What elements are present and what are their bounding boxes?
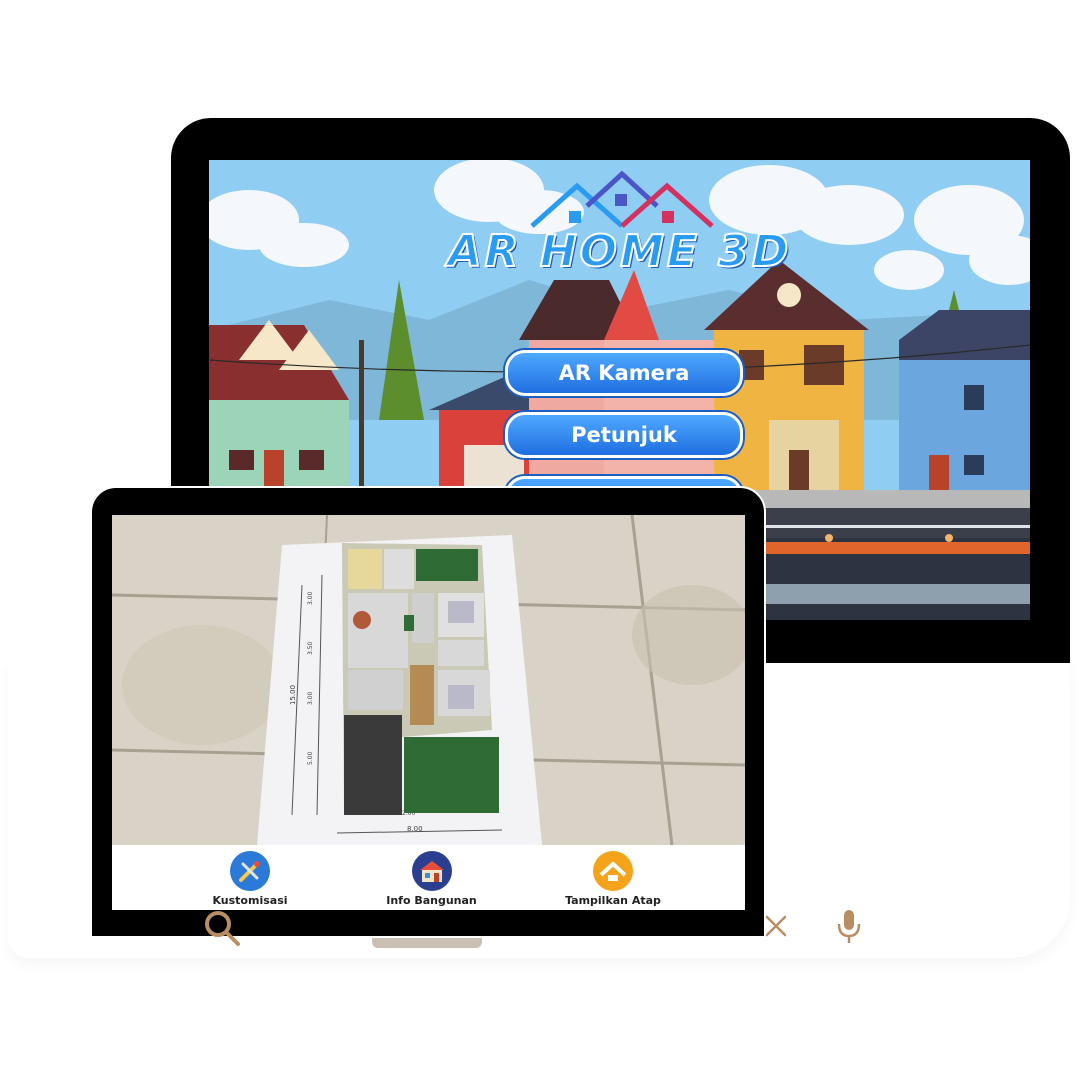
tampilkan-atap-label: Tampilkan Atap <box>565 894 661 907</box>
tools-icon <box>230 851 270 891</box>
clear-icon[interactable] <box>764 914 788 938</box>
mic-icon[interactable] <box>836 908 862 946</box>
ar-bottom-toolbar: Kustomisasi Info Bangunan Tampilkan Atap <box>112 845 745 910</box>
house-3d-model <box>342 543 499 815</box>
ar-camera-view[interactable]: 15.00 3.00 3.50 3.00 5.00 8.00 2.00 3.00 <box>112 515 745 845</box>
petunjuk-button[interactable]: Petunjuk <box>505 412 743 458</box>
svg-text:3.50: 3.50 <box>307 641 314 655</box>
svg-text:3.00: 3.00 <box>307 591 314 605</box>
tablet-screen: 15.00 3.00 3.50 3.00 5.00 8.00 2.00 3.00 <box>112 515 745 910</box>
tampilkan-atap-button[interactable]: Tampilkan Atap <box>563 845 663 910</box>
roof-icon <box>593 851 633 891</box>
svg-text:3.00: 3.00 <box>307 691 314 705</box>
kustomisasi-label: Kustomisasi <box>212 894 288 907</box>
svg-text:5.00: 5.00 <box>307 751 314 765</box>
info-bangunan-button[interactable]: Info Bangunan <box>382 845 482 910</box>
info-bangunan-label: Info Bangunan <box>386 894 477 907</box>
tablet-device: 15.00 3.00 3.50 3.00 5.00 8.00 2.00 3.00 <box>90 486 766 938</box>
dimension-height: 15.00 <box>289 685 297 705</box>
kustomisasi-button[interactable]: Kustomisasi <box>200 845 300 910</box>
dimension-width: 8.00 <box>407 825 423 833</box>
home-indicator-pill <box>372 938 482 948</box>
building-icon <box>411 851 452 891</box>
app-logo-title: AR HOME 3D <box>447 225 792 278</box>
ar-kamera-button[interactable]: AR Kamera <box>505 350 743 396</box>
search-icon[interactable] <box>202 908 242 948</box>
